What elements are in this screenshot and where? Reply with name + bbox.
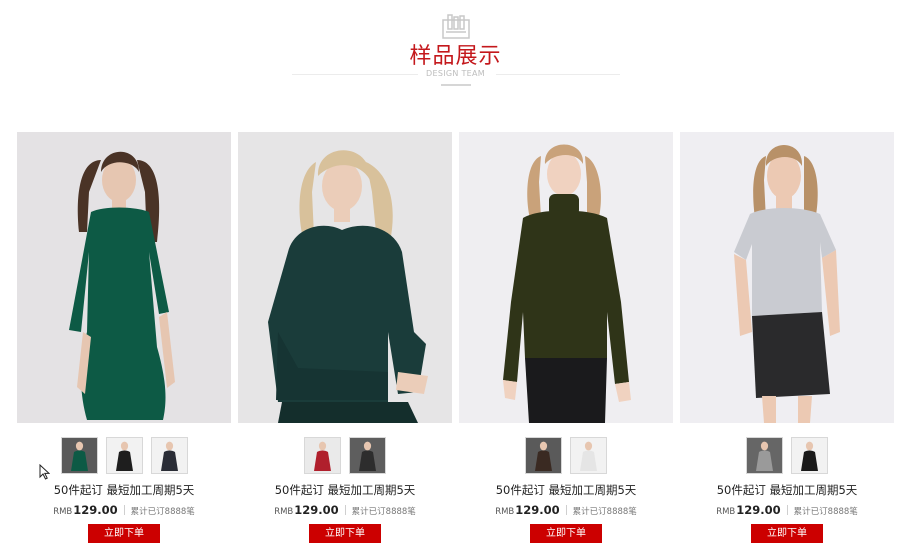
currency-label: RMB xyxy=(53,507,73,517)
product-moq-text: 50件起订 最短加工周期5天 xyxy=(274,483,416,497)
price-divider xyxy=(344,505,346,515)
price-divider xyxy=(565,505,567,515)
product-card[interactable]: 50件起订 最短加工周期5天 RMB 129.00 累计已订8888笔 立即下单 xyxy=(459,132,673,552)
product-moq-text: 50件起订 最短加工周期5天 xyxy=(495,483,637,497)
order-now-button[interactable]: 立即下单 xyxy=(751,524,823,543)
product-thumbnail[interactable] xyxy=(791,437,828,474)
product-thumbnail[interactable] xyxy=(525,437,562,474)
product-card[interactable]: 50件起订 最短加工周期5天 RMB 129.00 累计已订8888笔 立即下单 xyxy=(680,132,894,552)
currency-label: RMB xyxy=(274,507,294,517)
product-image[interactable] xyxy=(680,132,894,423)
product-thumbnail[interactable] xyxy=(60,437,98,474)
currency-label: RMB xyxy=(495,507,515,517)
price-row: RMB 129.00 累计已订8888笔 xyxy=(459,503,673,517)
section-header: 样品展示 DESIGN TEAM xyxy=(0,0,911,100)
thumbnail-strip xyxy=(680,437,894,474)
title-underline xyxy=(441,84,471,86)
product-price: 129.00 xyxy=(73,503,118,517)
thumbnail-strip xyxy=(238,437,452,474)
product-price: 129.00 xyxy=(736,503,781,517)
product-moq-text: 50件起订 最短加工周期5天 xyxy=(53,483,195,497)
thumbnail-strip xyxy=(459,437,673,474)
product-price: 129.00 xyxy=(294,503,339,517)
product-card[interactable]: 50件起订 最短加工周期5天 RMB 129.00 累计已订8888笔 立即下单 xyxy=(17,132,231,552)
product-image[interactable] xyxy=(238,132,452,423)
sold-count: 累计已订8888笔 xyxy=(572,507,637,517)
order-now-button[interactable]: 立即下单 xyxy=(309,524,381,543)
order-now-button[interactable]: 立即下单 xyxy=(88,524,160,543)
price-divider xyxy=(123,505,125,515)
order-now-button[interactable]: 立即下单 xyxy=(530,524,602,543)
product-card[interactable]: 50件起订 最短加工周期5天 RMB 129.00 累计已订8888笔 立即下单 xyxy=(238,132,452,552)
section-title: 样品展示 xyxy=(409,44,502,69)
product-thumbnail[interactable] xyxy=(349,437,386,474)
price-row: RMB 129.00 累计已订8888笔 xyxy=(238,503,452,517)
product-price: 129.00 xyxy=(515,503,560,517)
currency-label: RMB xyxy=(716,507,736,517)
sold-count: 累计已订8888笔 xyxy=(351,507,416,517)
sold-count: 累计已订8888笔 xyxy=(793,507,858,517)
product-thumbnail[interactable] xyxy=(304,437,341,474)
product-thumbnail[interactable] xyxy=(746,437,783,474)
price-divider xyxy=(786,505,788,515)
product-thumbnail[interactable] xyxy=(570,437,607,474)
sold-count: 累计已订8888笔 xyxy=(130,507,195,517)
divider-right xyxy=(496,74,620,75)
price-row: RMB 129.00 累计已订8888笔 xyxy=(680,503,894,517)
product-moq-text: 50件起订 最短加工周期5天 xyxy=(716,483,858,497)
clipboard-icon xyxy=(442,14,470,39)
product-thumbnail[interactable] xyxy=(105,437,143,474)
product-image[interactable] xyxy=(459,132,673,423)
price-row: RMB 129.00 累计已订8888笔 xyxy=(17,503,231,517)
mouse-cursor-icon xyxy=(39,464,50,480)
product-thumbnail[interactable] xyxy=(150,437,188,474)
section-subtitle: DESIGN TEAM xyxy=(426,69,485,78)
product-image[interactable] xyxy=(17,132,231,423)
